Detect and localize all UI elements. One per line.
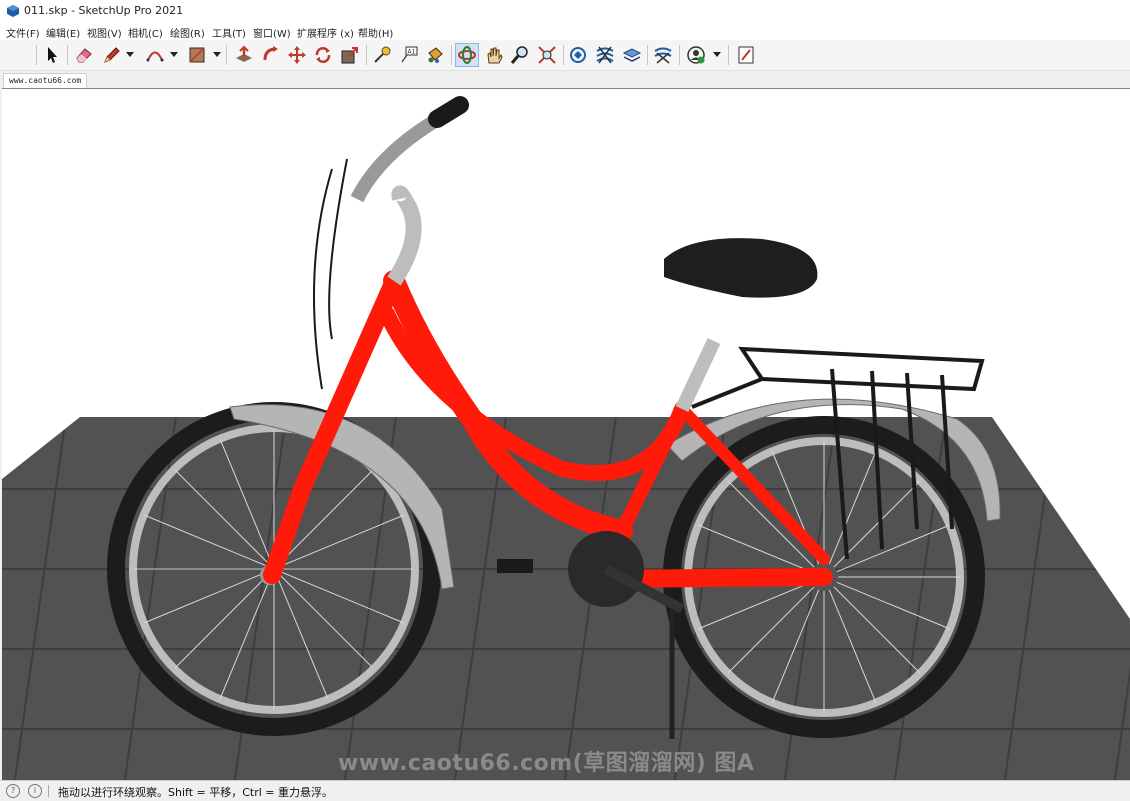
- arc-tool-button[interactable]: [143, 43, 167, 67]
- eraser-tool-icon: [76, 48, 92, 63]
- select-tool-button[interactable]: [40, 43, 64, 67]
- zoom-extents-tool-icon: [538, 46, 556, 64]
- rectangle-tool-button[interactable]: [185, 43, 209, 67]
- follow-me-tool-button[interactable]: [259, 43, 283, 67]
- toolbar-separator: [728, 45, 729, 65]
- pan-tool-icon: [487, 47, 503, 64]
- push-pull-tool-icon: [236, 45, 252, 62]
- toolbar-separator: [67, 45, 68, 65]
- sketchup-app-icon: [7, 5, 19, 17]
- menu-view[interactable]: 视图(V): [87, 25, 122, 40]
- paint-bucket-tool-icon: [428, 47, 443, 63]
- svg-text:A1: A1: [408, 49, 416, 56]
- tape-measure-tool-button[interactable]: [370, 43, 394, 67]
- layout-doc-icon: [738, 46, 754, 64]
- stem: [387, 185, 422, 286]
- menu-camera[interactable]: 相机(C): [128, 25, 163, 40]
- rectangle-dropdown-arrow[interactable]: [213, 52, 221, 57]
- toolbar-separator: [679, 45, 680, 65]
- toolbar-separator: [36, 45, 37, 65]
- menu-help[interactable]: 帮助(H): [358, 25, 393, 40]
- extension-warehouse-icon: [596, 46, 614, 64]
- layout-send-icon: [622, 48, 642, 62]
- rotate-tool-button[interactable]: [311, 43, 335, 67]
- user-account-dropdown-arrow[interactable]: [713, 52, 721, 57]
- warehouse-button[interactable]: [566, 43, 590, 67]
- paint-bucket-tool-button[interactable]: [423, 43, 447, 67]
- menu-edit[interactable]: 编辑(E): [46, 25, 80, 40]
- saddle: [664, 238, 818, 298]
- toolbar-separator: [563, 45, 564, 65]
- menu-extensions[interactable]: 扩展程序 (x): [297, 25, 354, 40]
- rotate-tool-icon: [315, 47, 331, 63]
- user-account-button[interactable]: [684, 43, 708, 67]
- user-account-icon: [687, 46, 705, 64]
- handlebar-grip: [428, 96, 469, 128]
- follow-me-tool-icon: [263, 46, 278, 61]
- menu-file[interactable]: 文件(F): [6, 25, 40, 40]
- eraser-tool-button[interactable]: [72, 43, 96, 67]
- arc-tool-icon: [146, 51, 164, 62]
- window-title: 011.skp - SketchUp Pro 2021: [24, 4, 184, 17]
- watermark-text: www.caotu66.com(草图溜溜网) 图A: [338, 751, 755, 776]
- zoom-tool-button[interactable]: [508, 43, 532, 67]
- scene-tab-strip: www.caotu66.com: [0, 71, 1130, 89]
- push-pull-tool-button[interactable]: [232, 43, 256, 67]
- brake-cables: [313, 158, 348, 390]
- toolbar-separator: [647, 45, 648, 65]
- scene-tab[interactable]: www.caotu66.com: [3, 73, 88, 89]
- extension-manager-button[interactable]: [651, 43, 675, 67]
- pencil-line-tool-icon: [104, 47, 120, 63]
- layout-doc-button[interactable]: [734, 43, 758, 67]
- status-separator: [48, 785, 49, 797]
- move-tool-button[interactable]: [285, 43, 309, 67]
- layout-send-button[interactable]: [620, 43, 644, 67]
- text-tool-button[interactable]: A1: [397, 43, 421, 67]
- orbit-tool-button[interactable]: [455, 43, 479, 67]
- select-tool-icon: [48, 47, 57, 63]
- status-message: 拖动以进行环绕观察。Shift = 平移，Ctrl = 重力悬浮。: [58, 786, 333, 799]
- info-icon[interactable]: i: [28, 784, 42, 798]
- title-bar: 011.skp - SketchUp Pro 2021: [0, 0, 1130, 22]
- tape-measure-tool-icon: [374, 46, 391, 63]
- menu-bar: 文件(F) 编辑(E) 视图(V) 相机(C) 绘图(R) 工具(T) 窗口(W…: [0, 22, 1130, 40]
- toolbar-separator: [451, 45, 452, 65]
- menu-draw[interactable]: 绘图(R): [170, 25, 205, 40]
- pan-tool-button[interactable]: [482, 43, 506, 67]
- scale-tool-button[interactable]: [338, 43, 362, 67]
- bicycle-model-render: [2, 96, 1130, 780]
- move-tool-icon: [288, 46, 306, 64]
- large-toolset-toolbar: A1: [0, 40, 1130, 71]
- zoom-extents-tool-button[interactable]: [535, 43, 559, 67]
- menu-window[interactable]: 窗口(W): [253, 25, 291, 40]
- orbit-tool-icon: [458, 46, 476, 64]
- scale-tool-icon: [341, 47, 358, 64]
- arc-dropdown-arrow[interactable]: [170, 52, 178, 57]
- geo-location-icon[interactable]: ?: [6, 784, 20, 798]
- warehouse-icon: [570, 47, 586, 63]
- model-viewport[interactable]: [2, 88, 1130, 780]
- text-tool-icon: A1: [401, 46, 418, 63]
- toolbar-separator: [366, 45, 367, 65]
- pedal: [497, 559, 533, 573]
- menu-tools[interactable]: 工具(T): [212, 25, 246, 40]
- status-bar: ? i 拖动以进行环绕观察。Shift = 平移，Ctrl = 重力悬浮。: [0, 780, 1130, 801]
- pencil-line-tool-button[interactable]: [100, 43, 124, 67]
- toolbar-separator: [226, 45, 227, 65]
- pencil-dropdown-arrow[interactable]: [126, 52, 134, 57]
- rectangle-tool-icon: [189, 47, 205, 63]
- zoom-tool-icon: [510, 46, 528, 64]
- extension-warehouse-button[interactable]: [593, 43, 617, 67]
- extension-manager-icon: [654, 47, 672, 64]
